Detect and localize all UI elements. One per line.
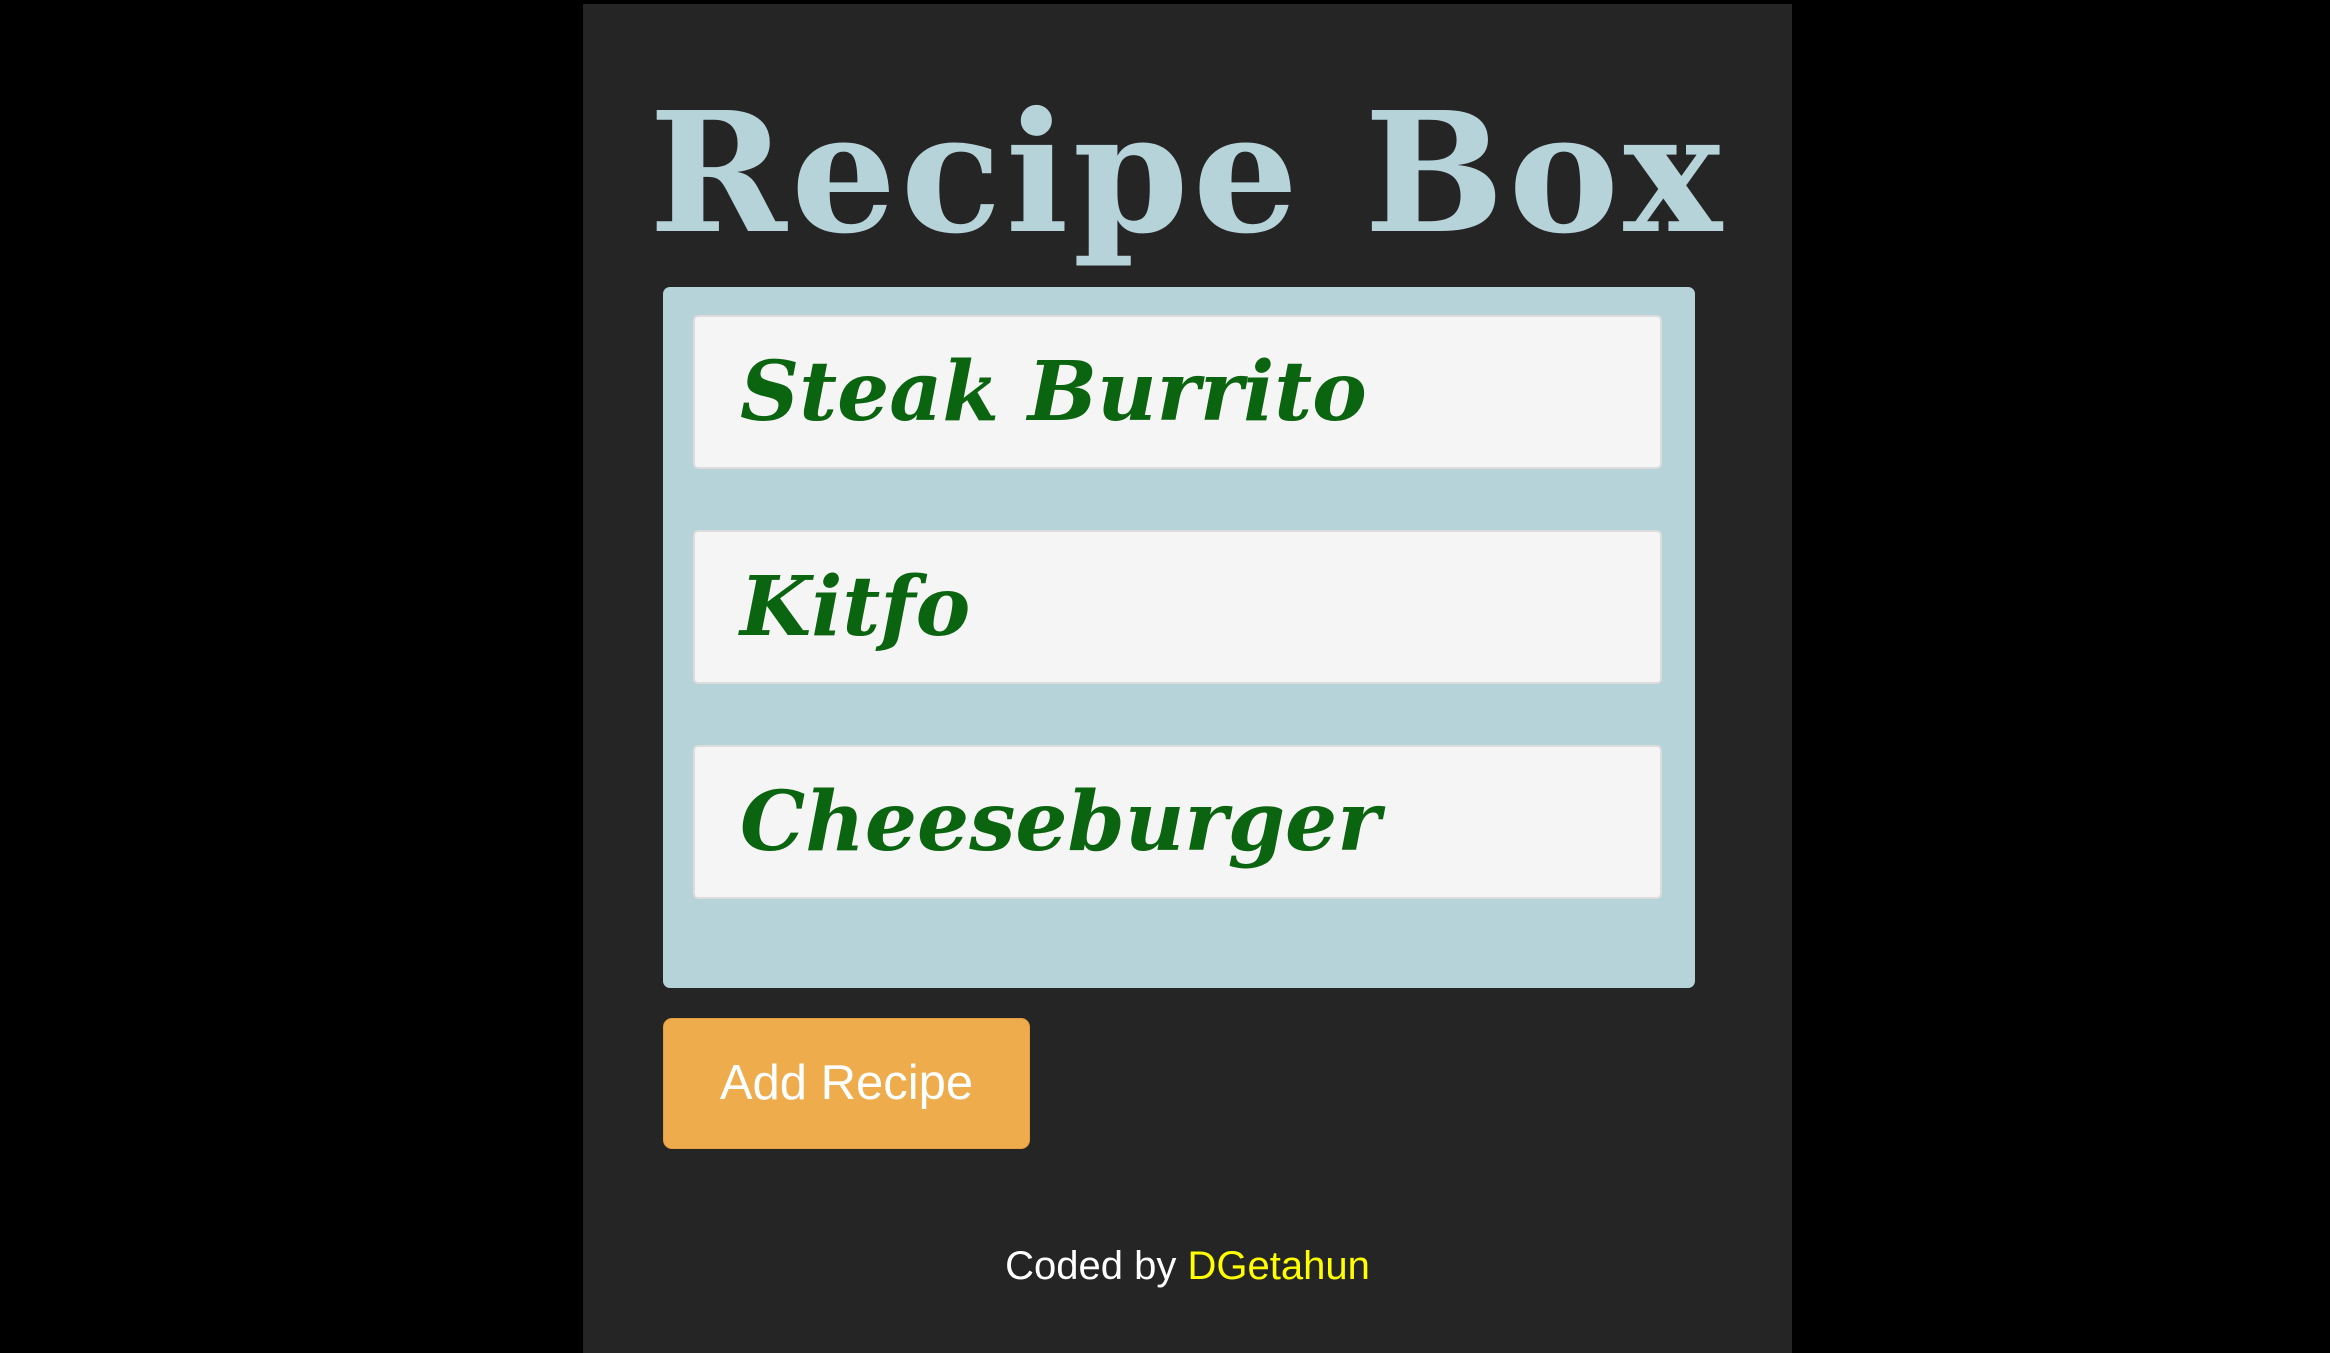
add-recipe-button[interactable]: Add Recipe [663,1018,1030,1149]
recipe-list: Steak Burrito Kitfo Cheeseburger [663,287,1695,988]
recipe-item-kitfo[interactable]: Kitfo [693,530,1662,684]
author-link[interactable]: DGetahun [1188,1244,1370,1288]
recipe-name: Cheeseburger [740,774,1381,870]
recipe-name: Kitfo [740,559,971,655]
page-title: Recipe Box [648,76,1727,271]
footer-credit: Coded by DGetahun [583,1238,1792,1294]
recipe-box-app: Recipe Box Steak Burrito Kitfo Cheesebur… [583,4,1792,1353]
recipe-item-cheeseburger[interactable]: Cheeseburger [693,745,1662,899]
recipe-name: Steak Burrito [740,344,1367,440]
recipe-item-steak-burrito[interactable]: Steak Burrito [693,315,1662,469]
footer-prefix: Coded by [1005,1244,1177,1288]
